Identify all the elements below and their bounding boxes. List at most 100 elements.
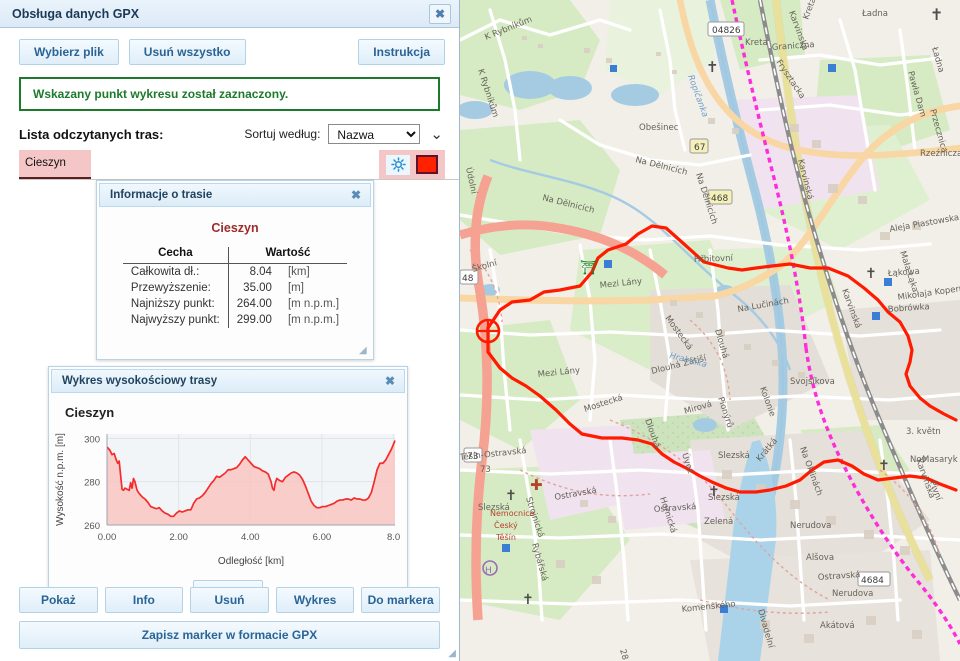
svg-text:Wysokość n.p.m. [m]: Wysokość n.p.m. [m]: [55, 433, 66, 526]
svg-text:Těšín: Těšín: [495, 532, 516, 542]
svg-text:67: 67: [694, 143, 705, 153]
choose-file-button[interactable]: Wybierz plik: [19, 39, 119, 65]
window-title: Obsługa danych GPX: [12, 6, 140, 21]
svg-text:H: H: [485, 566, 492, 576]
close-icon[interactable]: ✖: [429, 3, 451, 24]
track-info-panel-header: Informacje o trasie ✖: [99, 183, 371, 207]
svg-text:Zelená: Zelená: [704, 517, 733, 527]
save-marker-gpx-button[interactable]: Zapisz marker w formacie GPX: [19, 621, 440, 649]
svg-text:8.0: 8.0: [387, 532, 400, 543]
sidebar-item-cieszyn[interactable]: Cieszyn: [19, 150, 91, 179]
svg-text:4.00: 4.00: [241, 532, 259, 543]
row-value: 35.00: [243, 282, 272, 294]
table-row: Całkowita dł.: 8.04 [km]: [122, 263, 347, 280]
toolbar: Wybierz plik Usuń wszystko Instrukcja: [0, 28, 459, 71]
svg-text:6.00: 6.00: [313, 532, 332, 543]
svg-text:260: 260: [84, 521, 100, 532]
svg-text:0.00: 0.00: [98, 532, 117, 543]
list-header: Lista odczytanych tras: Sortuj według: N…: [0, 111, 459, 150]
row-label: Całkowita dł.:: [122, 263, 229, 280]
row-value: 8.04: [249, 266, 272, 278]
svg-text:✚: ✚: [530, 476, 543, 494]
elevation-chart-panel-header: Wykres wysokościowy trasy ✖: [51, 369, 405, 393]
svg-text:Hřbitovní: Hřbitovní: [694, 254, 734, 265]
chevron-down-icon[interactable]: ⌄: [428, 127, 445, 142]
delete-button[interactable]: Usuń: [190, 587, 269, 613]
svg-text:Obešinec: Obešinec: [639, 122, 679, 133]
chart-button[interactable]: Wykres: [275, 587, 355, 613]
elevation-chart-panel: Wykres wysokościowy trasy ✖ Cieszyn 260 2…: [48, 366, 408, 620]
svg-text:2.00: 2.00: [169, 532, 188, 543]
svg-text:✝: ✝: [505, 488, 517, 504]
svg-text:73: 73: [480, 465, 491, 475]
window-resize-handle[interactable]: ◢: [448, 648, 456, 659]
sort-label: Sortuj według:: [244, 127, 321, 141]
svg-text:✝: ✝: [878, 458, 890, 474]
screen-root: ✝ ⛩ ✝ ✝ ✝ ✝ ✝ ✝ ✚ H 04826 67 468 48 73 4…: [0, 0, 960, 661]
window-body: Wybierz plik Usuń wszystko Instrukcja Ws…: [0, 28, 459, 661]
status-message: Wskazany punkt wykresu został zaznaczony…: [19, 77, 440, 111]
close-icon[interactable]: ✖: [348, 188, 364, 202]
map-render: ✝ ⛩ ✝ ✝ ✝ ✝ ✝ ✝ ✚ H 04826 67 468 48 73 4…: [460, 0, 960, 661]
track-list-title: Lista odczytanych tras:: [19, 126, 164, 142]
svg-text:Kreta: Kreta: [745, 38, 768, 48]
row-label: Najniższy punkt:: [122, 296, 229, 312]
svg-text:Český: Český: [494, 519, 518, 530]
to-marker-button[interactable]: Do markera: [361, 587, 440, 613]
track-info-name: Cieszyn: [211, 221, 259, 235]
map-canvas[interactable]: ✝ ⛩ ✝ ✝ ✝ ✝ ✝ ✝ ✚ H 04826 67 468 48 73 4…: [460, 0, 960, 661]
elevation-chart-panel-title: Wykres wysokościowy trasy: [62, 375, 218, 387]
svg-text:Ładna: Ładna: [861, 9, 888, 19]
svg-text:✝: ✝: [706, 58, 719, 76]
svg-text:Masaryk: Masaryk: [922, 455, 958, 465]
svg-text:Nerudova: Nerudova: [832, 589, 873, 599]
row-label: Najwyższy punkt:: [122, 312, 229, 328]
action-button-row: Pokaż Info Usuń Wykres Do markera: [19, 587, 440, 613]
svg-text:Nerudova: Nerudova: [790, 521, 831, 531]
row-unit: [km]: [287, 266, 310, 278]
track-tools: [379, 150, 445, 179]
table-row: Najniższy punkt: 264.00 [m n.p.m.]: [122, 296, 347, 312]
table-row: Najwyższy punkt: 299.00 [m n.p.m.]: [122, 312, 347, 328]
resize-handle[interactable]: ◢: [359, 346, 371, 358]
svg-text:Slezská: Slezská: [708, 493, 740, 503]
delete-all-button[interactable]: Usuń wszystko: [128, 39, 246, 65]
table-row: Przewyższenie: 35.00 [m]: [122, 280, 347, 296]
svg-text:04826: 04826: [712, 26, 741, 36]
svg-text:✝: ✝: [865, 266, 877, 282]
show-button[interactable]: Pokaż: [19, 587, 98, 613]
info-button[interactable]: Info: [104, 587, 184, 613]
svg-text:300: 300: [84, 434, 100, 445]
gpx-window: Obsługa danych GPX ✖ Wybierz plik Usuń w…: [0, 0, 460, 661]
row-unit: [m n.p.m.]: [287, 298, 340, 310]
window-titlebar: Obsługa danych GPX ✖: [0, 0, 459, 28]
svg-text:Svojsíkova: Svojsíkova: [790, 377, 835, 387]
svg-text:4684: 4684: [861, 576, 884, 586]
svg-text:Slezská: Slezská: [718, 451, 750, 461]
svg-text:Alšova: Alšova: [806, 552, 834, 563]
svg-text:48: 48: [462, 274, 474, 284]
close-icon[interactable]: ✖: [382, 374, 398, 388]
elevation-chart-svg[interactable]: 260 280 300 0.00 2.00 4.00 6.00 8.0 Odległość [k…: [49, 424, 407, 569]
instructions-button[interactable]: Instrukcja: [358, 39, 445, 65]
track-info-panel-title: Informacje o trasie: [110, 189, 213, 201]
svg-text:Akátová: Akátová: [820, 621, 855, 631]
bottom-actions: Pokaż Info Usuń Wykres Do markera Zapisz…: [0, 587, 459, 661]
svg-text:3. květn: 3. květn: [906, 427, 941, 437]
column-header-value: Wartość: [228, 247, 348, 264]
row-value: 264.00: [236, 298, 272, 310]
sort-select[interactable]: Nazwa: [328, 124, 421, 144]
svg-text:Odległość [km]: Odległość [km]: [218, 556, 284, 567]
table-header-row: Cecha Wartość: [122, 247, 348, 264]
column-header-feature: Cecha: [122, 247, 229, 264]
sun-icon[interactable]: [386, 154, 410, 175]
svg-text:Rzeźnicza: Rzeźnicza: [920, 149, 960, 159]
svg-text:Nov: Nov: [910, 455, 927, 465]
svg-text:⛩: ⛩: [580, 260, 598, 276]
tabstrip-filler: [91, 150, 379, 179]
track-info-table: Cecha Wartość Całkowita dł.: 8.04 [km] P…: [122, 247, 348, 328]
svg-text:Nemocnice: Nemocnice: [490, 509, 535, 518]
track-color-swatch[interactable]: [416, 155, 438, 174]
chart-area[interactable]: 260 280 300 0.00 2.00 4.00 6.00 8.0 Odległość [k…: [49, 424, 407, 574]
row-unit: [m]: [287, 282, 304, 294]
